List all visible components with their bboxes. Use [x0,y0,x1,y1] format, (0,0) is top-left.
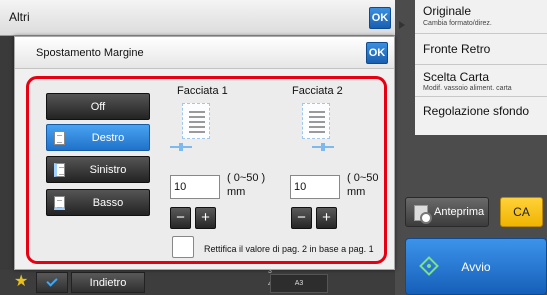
adjust-page2-checkbox[interactable] [172,236,194,258]
face1-plus-button[interactable]: + [195,207,216,229]
settings-item-paper[interactable]: Scelta Carta [423,70,489,84]
star-icon[interactable]: ★ [14,273,28,291]
settings-item-paper-sub: Modif. vassoio aliment. carta [423,85,512,92]
adjust-page2-label: Rettifica il valore di pag. 2 in base a … [204,244,374,254]
face2-plus-button[interactable]: + [316,207,337,229]
divider [415,64,547,65]
checkmark-icon [46,275,58,287]
face1-minus-button[interactable]: − [170,207,191,229]
paper-size-indicator: A3 [270,274,328,293]
face1-label: Facciata 1 [177,85,228,97]
face2-margin-input[interactable] [290,175,340,199]
settings-frame: Off Destro Sinistro Basso Facciata 1 ( 0… [26,76,387,264]
page-layout-icon [182,103,210,139]
clear-all-button[interactable]: CA [500,197,543,227]
preview-button[interactable]: Anteprima [405,197,489,227]
left-strip [0,36,14,276]
top-bar: Altri [0,0,395,36]
divider [415,96,547,97]
back-button[interactable]: Indietro [71,272,145,293]
option-left-button[interactable]: Sinistro [46,156,150,183]
face1-unit-label: mm [227,186,246,198]
settings-item-duplex[interactable]: Fronte Retro [423,42,490,56]
dialog-header: Spostamento Margine [15,37,394,69]
option-right-button[interactable]: Destro [46,124,150,151]
margin-shift-icon [170,143,192,151]
preview-icon [414,205,432,224]
settings-item-original[interactable]: Originale [423,4,471,18]
dialog-title: Spostamento Margine [36,47,144,59]
top-ok-button[interactable]: OK [369,7,391,29]
option-left-label: Sinistro [89,163,127,176]
divider [415,33,547,34]
option-off-label: Off [90,100,106,113]
face2-label: Facciata 2 [292,85,343,97]
start-button[interactable]: Avvio [405,238,547,295]
face2-unit-label: mm [347,186,366,198]
start-label: Avvio [461,259,491,274]
margin-shift-dialog: Spostamento Margine OK Off Destro Sinist… [14,36,395,270]
face1-range-label: ( 0~50 ) [227,172,266,184]
option-bottom-label: Basso [92,196,124,209]
option-right-label: Destro [91,131,125,144]
check-button[interactable] [36,272,68,293]
option-off-button[interactable]: Off [46,93,150,120]
face2-range-label: ( 0~50 [347,172,379,184]
page-title: Altri [9,10,30,24]
settings-item-original-sub: Cambia formato/direz. [423,20,492,27]
face1-margin-input[interactable] [170,175,220,199]
option-bottom-button[interactable]: Basso [46,189,150,216]
dialog-ok-button[interactable]: OK [366,42,388,64]
face2-minus-button[interactable]: − [291,207,312,229]
page-layout-icon [302,103,330,139]
play-arrow-icon [399,21,405,29]
preview-label: Anteprima [434,206,485,218]
settings-item-background[interactable]: Regolazione sfondo [423,104,529,118]
margin-shift-icon [312,143,334,151]
start-icon [419,256,439,276]
